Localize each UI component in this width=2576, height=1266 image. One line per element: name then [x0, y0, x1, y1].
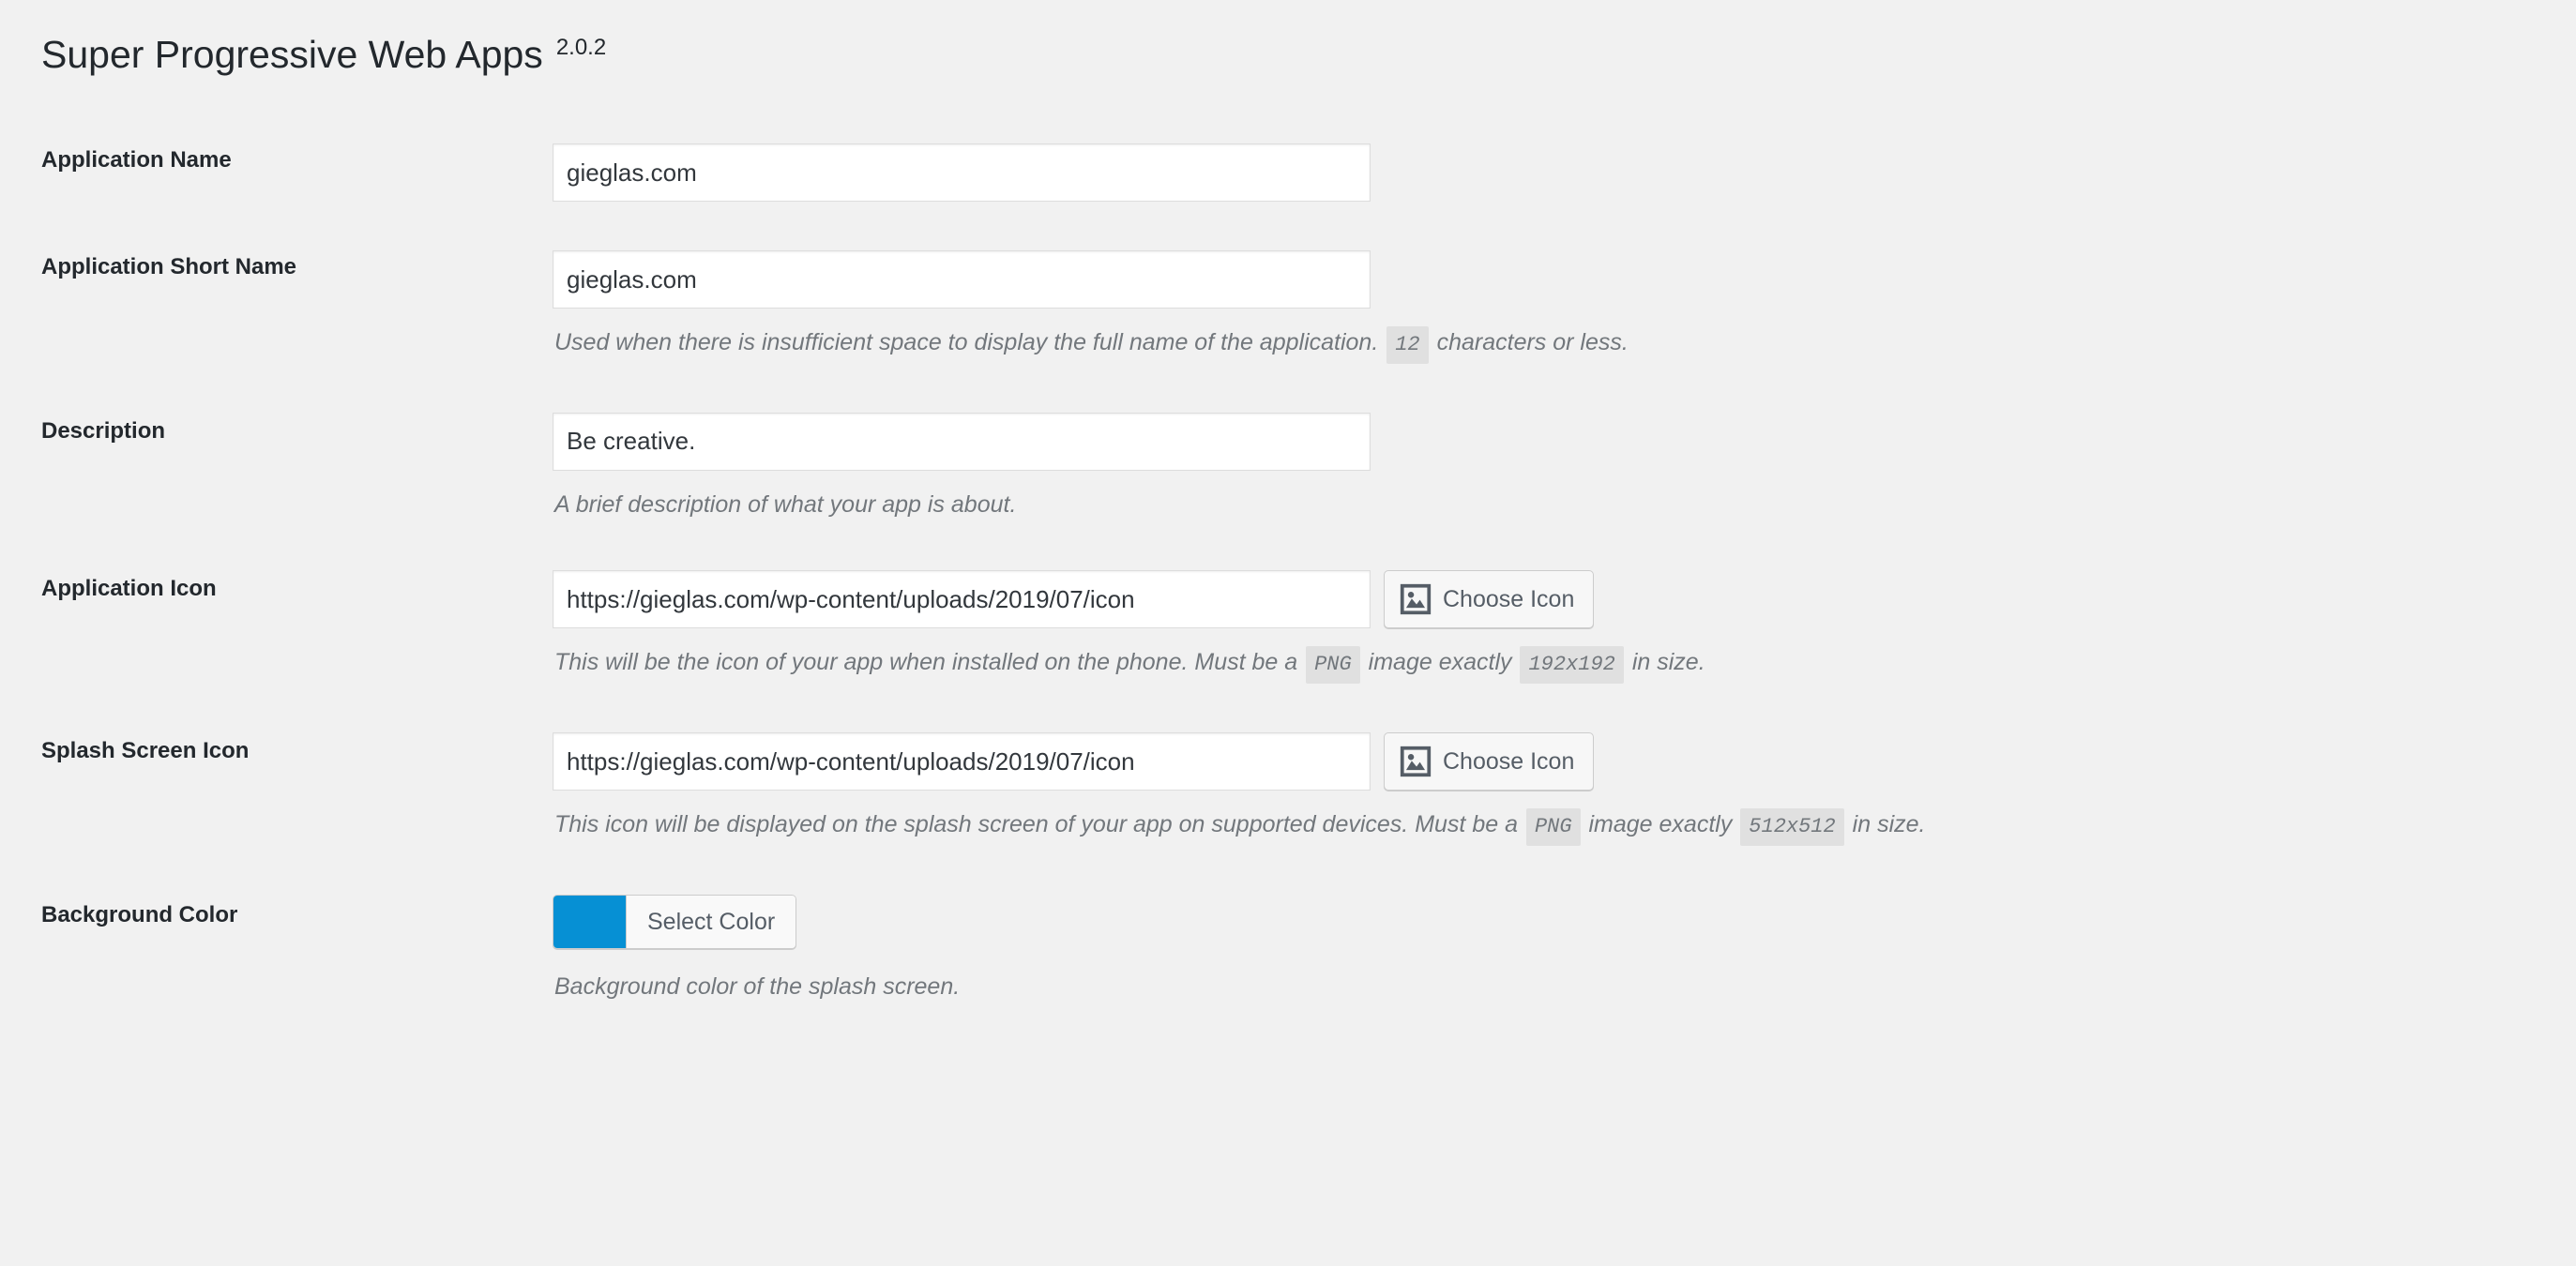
splash-code-format: PNG — [1525, 808, 1581, 847]
settings-page: Super Progressive Web Apps 2.0.2 Applica… — [0, 0, 2576, 1028]
row-splash-screen-icon: Splash Screen Icon https://gieglas.com/w… — [41, 708, 2527, 870]
row-application-icon: Application Icon Ch — [41, 546, 2527, 708]
choose-application-icon-button[interactable]: Choose Icon — [1384, 570, 1595, 629]
background-color-description: Background color of the splash screen. — [554, 970, 2510, 1003]
splash-screen-icon-description: This icon will be displayed on the splas… — [554, 807, 2510, 847]
application-short-name-description: Used when there is insufficient space to… — [554, 325, 2510, 364]
application-icon-url-input[interactable] — [553, 570, 1371, 629]
choose-splash-screen-icon-button[interactable]: Choose Icon — [1384, 732, 1595, 791]
description-text-after: characters or less. — [1430, 329, 1629, 356]
select-color-label: Select Color — [627, 896, 796, 949]
row-application-short-name: Application Short Name Used when there i… — [41, 226, 2527, 388]
splash-desc-after: in size. — [1845, 811, 1926, 838]
splash-desc-before: This icon will be displayed on the splas… — [554, 811, 1524, 838]
description-text-before: Used when there is insufficient space to… — [554, 329, 1386, 356]
label-application-icon: Application Icon — [41, 576, 217, 602]
row-application-name: Application Name — [41, 119, 2527, 226]
cell-application-name — [553, 119, 2527, 226]
format-image-icon — [1400, 583, 1432, 615]
app-icon-code-format: PNG — [1306, 646, 1360, 685]
row-description: Description A brief description of what … — [41, 388, 2527, 546]
label-splash-screen-icon: Splash Screen Icon — [41, 738, 250, 764]
page-title: Super Progressive Web Apps 2.0.2 — [41, 33, 2576, 76]
app-icon-desc-before: This will be the icon of your app when i… — [554, 649, 1305, 676]
label-background-color: Background Color — [41, 902, 238, 928]
cell-background-color: Select Color Background color of the spl… — [553, 870, 2527, 1028]
label-application-name: Application Name — [41, 147, 232, 173]
background-color-swatch[interactable] — [553, 896, 627, 949]
app-icon-code-size: 192x192 — [1520, 646, 1624, 685]
plugin-version: 2.0.2 — [555, 35, 607, 60]
background-color-picker[interactable]: Select Color — [553, 895, 797, 950]
application-icon-input-row: Choose Icon — [553, 570, 2510, 629]
splash-screen-icon-url-input[interactable] — [553, 732, 1371, 791]
label-description: Description — [41, 417, 166, 444]
background-color-desc-content: Background color of the splash screen. — [554, 973, 961, 1001]
cell-application-short-name: Used when there is insufficient space to… — [553, 226, 2527, 388]
application-name-input[interactable] — [553, 143, 1371, 203]
cell-splash-screen-icon: Choose Icon This icon will be displayed … — [553, 708, 2527, 870]
cell-description: A brief description of what your app is … — [553, 388, 2527, 546]
label-application-short-name: Application Short Name — [41, 254, 297, 280]
settings-form-table: Application Name Application Short Name … — [41, 119, 2527, 1028]
splash-desc-middle: image exactly — [1582, 811, 1739, 838]
description-code-charcount: 12 — [1386, 326, 1429, 364]
format-image-icon — [1400, 746, 1432, 777]
page-title-text: Super Progressive Web Apps — [41, 33, 543, 76]
application-icon-description: This will be the icon of your app when i… — [554, 645, 2510, 685]
choose-splash-screen-icon-label: Choose Icon — [1443, 747, 1575, 775]
cell-application-icon: Choose Icon This will be the icon of you… — [553, 546, 2527, 708]
description-help-text: A brief description of what your app is … — [554, 488, 2510, 521]
choose-application-icon-label: Choose Icon — [1443, 585, 1575, 612]
description-input[interactable] — [553, 412, 1371, 471]
splash-code-size: 512x512 — [1740, 808, 1844, 847]
description-help-text-content: A brief description of what your app is … — [554, 490, 1017, 518]
splash-screen-icon-input-row: Choose Icon — [553, 732, 2510, 791]
app-icon-desc-middle: image exactly — [1361, 649, 1519, 676]
app-icon-desc-after: in size. — [1625, 649, 1705, 676]
application-short-name-input[interactable] — [553, 250, 1371, 309]
row-background-color: Background Color Select Color Background… — [41, 870, 2527, 1028]
